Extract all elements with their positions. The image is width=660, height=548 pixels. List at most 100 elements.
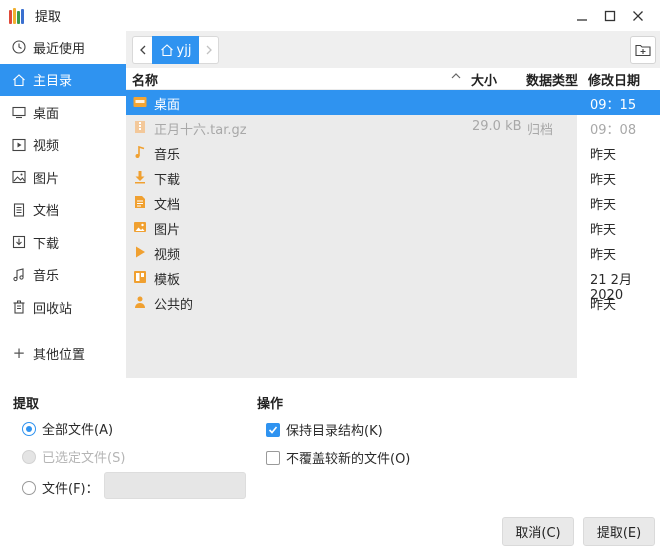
- file-modified: 昨天: [590, 298, 617, 313]
- path-forward-button[interactable]: [199, 36, 219, 64]
- radio-all-files[interactable]: 全部文件(A): [22, 419, 113, 438]
- file-row-templates[interactable]: 模板 21 2月 2020: [126, 265, 660, 303]
- sort-ascending-icon: [451, 73, 461, 79]
- close-icon: [633, 11, 643, 21]
- column-header-size[interactable]: 大小: [471, 70, 497, 89]
- file-row-music[interactable]: 音乐 昨天: [126, 140, 660, 165]
- video-folder-icon: [136, 246, 145, 258]
- column-header-type[interactable]: 数据类型: [526, 70, 578, 89]
- plus-icon: +: [12, 344, 26, 362]
- file-name: 图片: [154, 223, 181, 238]
- download-folder-icon: [135, 171, 145, 184]
- video-icon: [11, 137, 27, 153]
- file-row-desktop[interactable]: 桌面 09：15: [126, 90, 660, 115]
- sidebar-item-documents[interactable]: 文档: [0, 194, 126, 227]
- checkbox-indicator[interactable]: [266, 422, 280, 437]
- path-crumb-home[interactable]: yjj: [152, 36, 199, 64]
- music-icon: [11, 267, 27, 283]
- minimize-button[interactable]: [572, 6, 592, 26]
- home-icon: [160, 44, 173, 57]
- extract-button[interactable]: 提取(E): [583, 517, 655, 546]
- radio-files-pattern[interactable]: 文件(F)：: [22, 478, 99, 497]
- sidebar-item-label: 桌面: [33, 106, 60, 122]
- checkbox-keep-structure[interactable]: 保持目录结构(K): [266, 420, 383, 439]
- close-button[interactable]: [628, 6, 648, 26]
- desktop-icon: [11, 104, 27, 120]
- archive-file-icon: [135, 121, 145, 133]
- desktop-folder-icon: [133, 97, 147, 107]
- file-type: 归档: [527, 123, 554, 138]
- sidebar-item-label: 最近使用: [33, 41, 86, 57]
- file-row-videos[interactable]: 视频 昨天: [126, 240, 660, 265]
- sidebar-item-label: 其他位置: [33, 347, 86, 363]
- sidebar-item-other-locations[interactable]: + 其他位置: [0, 337, 126, 369]
- sidebar-item-label: 图片: [33, 171, 60, 187]
- public-folder-icon: [135, 296, 145, 308]
- maximize-button[interactable]: [600, 6, 620, 26]
- file-size: 29.0 kB: [472, 119, 522, 134]
- path-back-button[interactable]: [132, 36, 152, 64]
- chevron-left-icon: [139, 45, 145, 55]
- places-sidebar: 最近使用 主目录 桌面 视频 图片 文档 下载 音乐 回收站 + 其他位置: [0, 31, 126, 378]
- trash-icon: [11, 299, 27, 315]
- new-folder-icon: [635, 44, 651, 57]
- file-name: 下载: [154, 173, 181, 188]
- radio-selected-files[interactable]: 已选定文件(S): [22, 447, 125, 466]
- sidebar-item-recent[interactable]: 最近使用: [0, 31, 126, 64]
- file-list-header: 名称 大小 数据类型 修改日期: [126, 68, 660, 89]
- maximize-icon: [604, 10, 616, 22]
- radio-indicator[interactable]: [22, 449, 36, 464]
- radio-indicator[interactable]: [22, 480, 36, 495]
- sidebar-item-pictures[interactable]: 图片: [0, 161, 126, 194]
- radio-label: 文件(F)：: [42, 482, 99, 497]
- download-icon: [11, 234, 27, 250]
- music-folder-icon: [135, 145, 145, 158]
- picture-folder-icon: [134, 222, 146, 232]
- file-name: 视频: [154, 248, 181, 263]
- file-name: 文档: [154, 198, 181, 213]
- picture-icon: [11, 169, 27, 185]
- file-row-archive[interactable]: 正月十六.tar.gz 29.0 kB 归档 09：08: [126, 115, 660, 140]
- file-modified: 昨天: [590, 223, 617, 238]
- extract-options: 提取 全部文件(A) 已选定文件(S) 文件(F)： 操作 保持目录结构(K) …: [0, 378, 660, 548]
- sidebar-item-home[interactable]: 主目录: [0, 63, 126, 96]
- sidebar-item-videos[interactable]: 视频: [0, 129, 126, 162]
- new-folder-button[interactable]: [630, 36, 656, 64]
- checkmark-icon: [268, 425, 278, 434]
- file-row-downloads[interactable]: 下载 昨天: [126, 165, 660, 190]
- radio-label: 已选定文件(S): [42, 451, 126, 466]
- file-name: 正月十六.tar.gz: [154, 123, 247, 138]
- checkbox-indicator[interactable]: [266, 450, 280, 465]
- file-row-documents[interactable]: 文档 昨天: [126, 190, 660, 215]
- file-modified: 昨天: [590, 148, 617, 163]
- sidebar-item-label: 回收站: [33, 301, 73, 317]
- file-row-pictures[interactable]: 图片 昨天: [126, 215, 660, 240]
- file-list: 名称 大小 数据类型 修改日期 桌面 09：15 正月十六.tar.gz 29.…: [126, 68, 660, 378]
- file-row-public[interactable]: 公共的 昨天: [126, 290, 660, 315]
- sidebar-item-desktop[interactable]: 桌面: [0, 96, 126, 129]
- clock-icon: [11, 39, 27, 55]
- extract-section-title: 提取: [13, 397, 40, 412]
- file-name: 桌面: [154, 98, 181, 113]
- window-title: 提取: [35, 10, 62, 25]
- path-crumb-label: yjj: [176, 42, 192, 58]
- radio-indicator[interactable]: [22, 421, 36, 436]
- template-folder-icon: [134, 271, 146, 283]
- files-pattern-input[interactable]: [104, 472, 246, 499]
- file-modified: 09：08: [590, 123, 637, 138]
- sidebar-item-trash[interactable]: 回收站: [0, 291, 126, 324]
- sidebar-item-downloads[interactable]: 下载: [0, 226, 126, 259]
- cancel-button[interactable]: 取消(C): [502, 517, 574, 546]
- sidebar-item-music[interactable]: 音乐: [0, 259, 126, 292]
- sidebar-item-label: 下载: [33, 236, 60, 252]
- title-bar: 提取: [0, 0, 660, 31]
- checkbox-no-overwrite[interactable]: 不覆盖较新的文件(O): [266, 448, 410, 467]
- sidebar-item-label: 视频: [33, 139, 60, 155]
- minimize-icon: [577, 19, 587, 21]
- path-bar: yjj: [126, 31, 660, 68]
- chevron-right-icon: [206, 45, 212, 55]
- file-modified: 09：15: [590, 98, 637, 113]
- column-header-modified[interactable]: 修改日期: [588, 70, 640, 89]
- column-header-name[interactable]: 名称: [132, 70, 158, 89]
- archive-manager-icon: [9, 7, 26, 24]
